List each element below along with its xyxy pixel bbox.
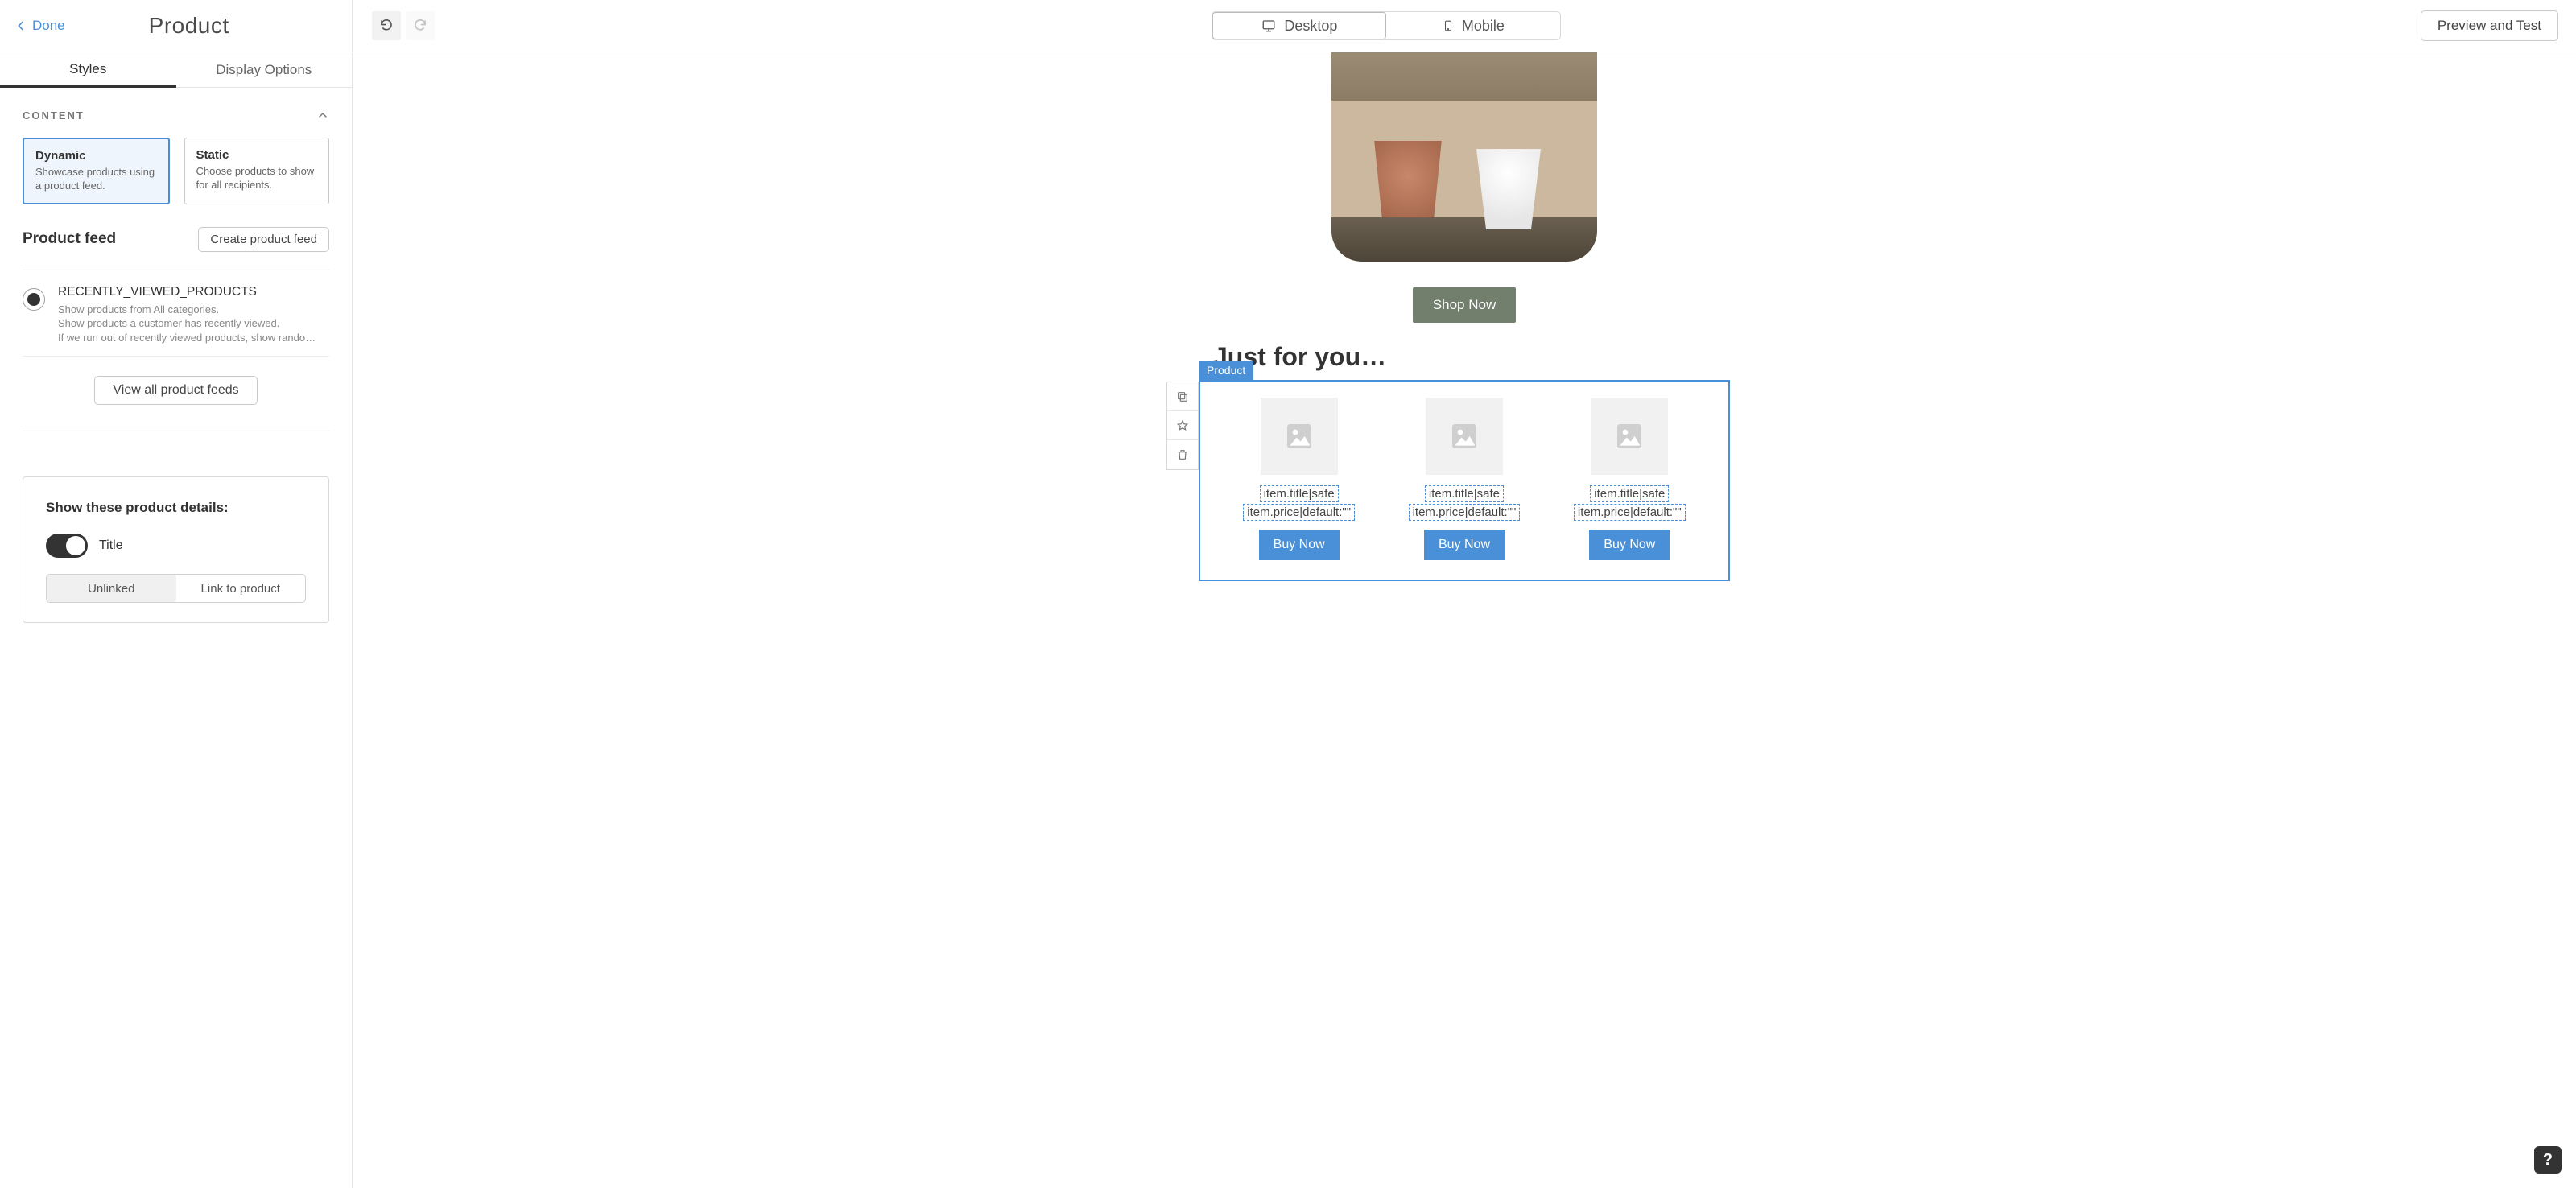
mobile-icon <box>1443 18 1454 34</box>
product-image-placeholder <box>1591 398 1668 475</box>
tab-styles[interactable]: Styles <box>0 52 176 88</box>
feed-radio[interactable] <box>23 288 45 311</box>
mode-static-desc: Choose products to show for all recipien… <box>196 165 318 192</box>
section-content-toggle[interactable]: CONTENT <box>0 88 352 128</box>
duplicate-block-button[interactable] <box>1167 382 1198 411</box>
details-heading: Show these product details: <box>46 500 306 516</box>
shop-now-button[interactable]: Shop Now <box>1413 287 1516 323</box>
chevron-up-icon <box>316 109 329 122</box>
redo-icon <box>413 19 427 33</box>
feed-desc-2: Show products a customer has recently vi… <box>58 316 316 331</box>
image-icon <box>1448 420 1480 452</box>
divider <box>23 356 329 357</box>
create-feed-button[interactable]: Create product feed <box>198 227 329 252</box>
device-mobile-label: Mobile <box>1462 18 1505 35</box>
product-image-placeholder <box>1261 398 1338 475</box>
product-title-placeholder: item.title|safe <box>1425 485 1504 502</box>
device-mobile[interactable]: Mobile <box>1386 12 1560 39</box>
product-price-placeholder: item.price|default:"" <box>1409 504 1521 521</box>
undo-button[interactable] <box>372 11 401 40</box>
duplicate-icon <box>1176 390 1189 403</box>
feed-item[interactable]: RECENTLY_VIEWED_PRODUCTS Show products f… <box>0 278 352 349</box>
redo-button[interactable] <box>406 11 435 40</box>
product-feed-label: Product feed <box>23 230 116 248</box>
product-price-placeholder: item.price|default:"" <box>1243 504 1355 521</box>
device-desktop[interactable]: Desktop <box>1212 12 1386 39</box>
image-icon <box>1613 420 1645 452</box>
device-desktop-label: Desktop <box>1284 18 1337 35</box>
product-image-placeholder <box>1426 398 1503 475</box>
feed-desc-1: Show products from All categories. <box>58 303 316 317</box>
product-card: item.title|safe item.price|default:"" Bu… <box>1553 398 1706 560</box>
mode-dynamic[interactable]: Dynamic Showcase products using a produc… <box>23 138 170 204</box>
block-badge: Product <box>1199 361 1253 380</box>
section-content-label: CONTENT <box>23 109 85 122</box>
block-action-rail <box>1166 382 1199 470</box>
delete-block-button[interactable] <box>1167 440 1198 469</box>
seg-link[interactable]: Link to product <box>176 575 306 602</box>
title-link-segment: Unlinked Link to product <box>46 574 306 603</box>
title-toggle-label: Title <box>99 538 123 553</box>
product-title-placeholder: item.title|safe <box>1260 485 1339 502</box>
mode-static-title: Static <box>196 148 318 162</box>
just-for-you-heading: Just for you… <box>1213 342 1730 372</box>
title-toggle[interactable] <box>46 534 88 558</box>
panel-title: Product <box>149 13 229 39</box>
undo-icon <box>379 19 394 33</box>
seg-unlinked[interactable]: Unlinked <box>47 575 176 602</box>
product-price-placeholder: item.price|default:"" <box>1574 504 1686 521</box>
tab-display-options[interactable]: Display Options <box>176 52 353 88</box>
product-card: item.title|safe item.price|default:"" Bu… <box>1223 398 1376 560</box>
desktop-icon <box>1261 19 1276 33</box>
mode-static[interactable]: Static Choose products to show for all r… <box>184 138 330 204</box>
product-card: item.title|safe item.price|default:"" Bu… <box>1388 398 1541 560</box>
view-all-feeds-button[interactable]: View all product feeds <box>94 376 257 405</box>
trash-icon <box>1176 448 1189 461</box>
arrow-left-icon <box>14 19 27 32</box>
favorite-block-button[interactable] <box>1167 411 1198 440</box>
buy-now-button[interactable]: Buy Now <box>1589 530 1670 560</box>
mode-dynamic-desc: Showcase products using a product feed. <box>35 166 157 193</box>
help-button[interactable]: ? <box>2534 1146 2562 1174</box>
buy-now-button[interactable]: Buy Now <box>1259 530 1340 560</box>
preview-button[interactable]: Preview and Test <box>2421 10 2558 41</box>
image-icon <box>1283 420 1315 452</box>
hero-image <box>1331 52 1597 262</box>
buy-now-button[interactable]: Buy Now <box>1424 530 1505 560</box>
done-label: Done <box>32 18 65 34</box>
device-toggle: Desktop Mobile <box>1212 11 1561 40</box>
feed-desc-3: If we run out of recently viewed product… <box>58 331 316 345</box>
product-block[interactable]: Product <box>1199 380 1730 581</box>
feed-name: RECENTLY_VIEWED_PRODUCTS <box>58 285 316 299</box>
done-link[interactable]: Done <box>14 18 65 34</box>
mode-dynamic-title: Dynamic <box>35 149 157 163</box>
product-details-box: Show these product details: Title Unlink… <box>23 476 329 623</box>
star-icon <box>1176 419 1189 432</box>
product-title-placeholder: item.title|safe <box>1590 485 1669 502</box>
